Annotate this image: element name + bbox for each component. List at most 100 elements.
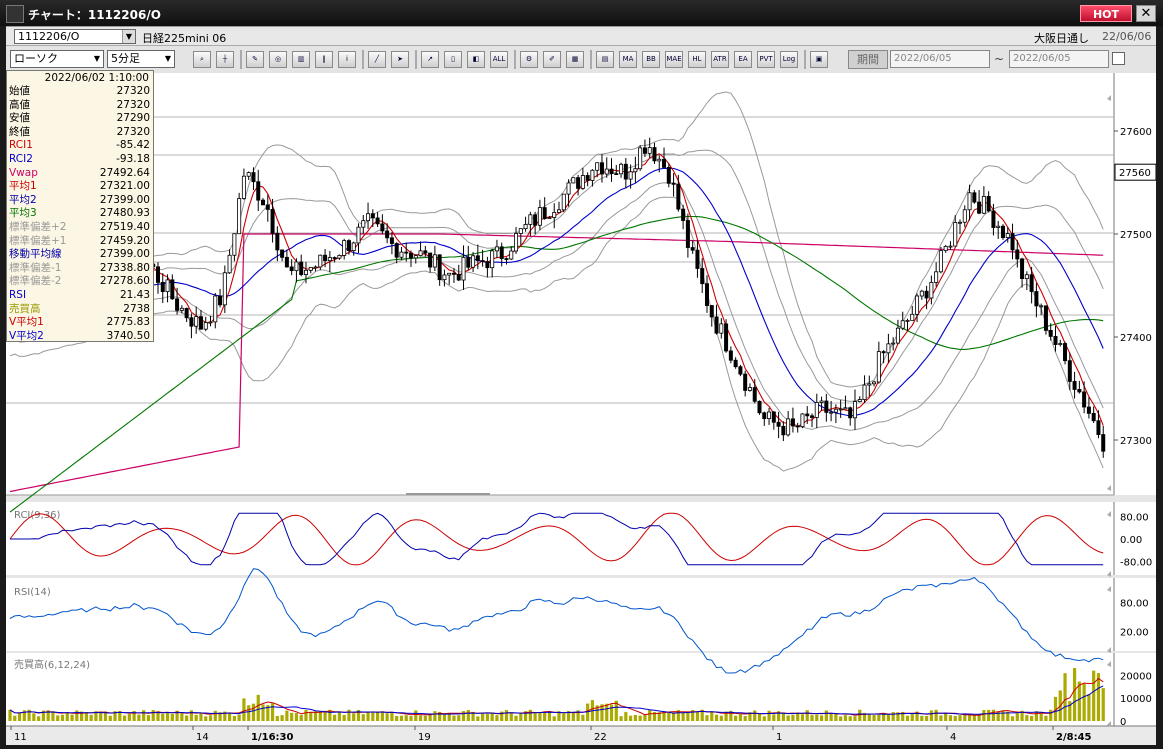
candle-body bbox=[213, 295, 218, 323]
volume-bar bbox=[605, 703, 609, 721]
date-range-separator: ~ bbox=[994, 52, 1005, 66]
info-value: -93.18 bbox=[116, 153, 150, 165]
info-label: RSI bbox=[9, 289, 27, 301]
search-chart-icon[interactable]: ◎ bbox=[269, 51, 287, 68]
period-button[interactable]: 期間 bbox=[848, 50, 888, 69]
volume-bar bbox=[414, 710, 418, 721]
rci-tick-label: 80.00 bbox=[1120, 513, 1149, 524]
bb-icon[interactable]: BB bbox=[642, 51, 660, 68]
volume-bar bbox=[738, 714, 743, 721]
symbol-code: 1112206/O bbox=[18, 30, 80, 43]
log-icon[interactable]: Log bbox=[780, 51, 798, 68]
candle-body bbox=[848, 407, 853, 419]
candle-body bbox=[962, 209, 967, 223]
candle-body bbox=[542, 207, 547, 219]
volume-bar bbox=[1030, 715, 1034, 721]
candle-body bbox=[170, 279, 175, 300]
candle-body bbox=[504, 258, 509, 260]
mae-icon[interactable]: MAE bbox=[665, 51, 683, 68]
candle-body bbox=[375, 217, 380, 225]
volume-bar bbox=[681, 712, 685, 721]
candle-body bbox=[838, 408, 843, 411]
interval-select[interactable]: 5分足 ▼ bbox=[107, 50, 175, 68]
trendline-icon[interactable]: ╱ bbox=[368, 51, 386, 68]
pvt-icon[interactable]: PVT bbox=[757, 51, 775, 68]
candle-body bbox=[480, 260, 485, 262]
volume-bar bbox=[1082, 683, 1086, 721]
candle-body bbox=[442, 274, 447, 281]
toolbar-separator bbox=[514, 50, 516, 69]
info-row: 平均1 27321.00 bbox=[9, 180, 150, 192]
date-to-field[interactable]: 2022/06/05 bbox=[1009, 50, 1109, 68]
zoom-icon[interactable]: ⌕ bbox=[193, 51, 211, 68]
info-row: RCI2 -93.18 bbox=[9, 153, 150, 165]
volume-bar bbox=[127, 713, 131, 721]
all-icon[interactable]: ALL bbox=[490, 51, 508, 68]
candle-body bbox=[977, 201, 982, 214]
candle-body bbox=[958, 221, 963, 224]
candle-body bbox=[389, 237, 394, 244]
symbol-code-select[interactable]: 1112206/O ▼ bbox=[14, 29, 136, 44]
chart-type-select[interactable]: ローソク ▼ bbox=[10, 50, 104, 68]
volume-bar bbox=[929, 710, 933, 721]
candle-body bbox=[366, 213, 371, 222]
hot-button[interactable]: HOT bbox=[1080, 5, 1132, 22]
date-from-field[interactable]: 2022/06/05 bbox=[890, 50, 990, 68]
chart-canvas[interactable]: 27600 27500 27400 27300 27560 80.00 0.00 -80.00… bbox=[6, 73, 1157, 745]
volume-bar bbox=[638, 715, 642, 721]
volume-bar bbox=[347, 709, 351, 721]
volume-bar bbox=[819, 715, 824, 721]
gear-icon[interactable]: ⚙ bbox=[520, 51, 538, 68]
volume-bar bbox=[571, 712, 575, 721]
candle-body bbox=[1091, 412, 1096, 422]
chevron-down-icon[interactable]: ▼ bbox=[122, 30, 135, 43]
volume-bar bbox=[877, 714, 881, 721]
candle-body bbox=[709, 305, 714, 318]
info-label: 標準偏差-2 bbox=[9, 275, 62, 288]
cursor-icon[interactable]: ➤ bbox=[391, 51, 409, 68]
info-icon[interactable]: i bbox=[338, 51, 356, 68]
chevron-down-icon[interactable]: ▼ bbox=[162, 51, 174, 67]
candle-body bbox=[552, 212, 557, 218]
atr-icon[interactable]: ATR bbox=[711, 51, 729, 68]
screen-icon[interactable]: ▣ bbox=[810, 51, 828, 68]
candle-body bbox=[275, 232, 280, 251]
hl-icon[interactable]: HL bbox=[688, 51, 706, 68]
crosshair-icon[interactable]: ┼ bbox=[216, 51, 234, 68]
volume-bar bbox=[490, 712, 494, 721]
close-button[interactable]: ✕ bbox=[1136, 5, 1156, 22]
pen-icon[interactable]: ✐ bbox=[543, 51, 561, 68]
drawing-icon[interactable]: ✎ bbox=[246, 51, 264, 68]
candle-body bbox=[781, 425, 786, 436]
ma-icon[interactable]: MA bbox=[619, 51, 637, 68]
candle-body bbox=[886, 343, 891, 354]
date-range-checkbox[interactable] bbox=[1112, 52, 1125, 65]
palette-icon[interactable]: ▦ bbox=[566, 51, 584, 68]
candle-body bbox=[948, 245, 953, 248]
volume-bar bbox=[934, 709, 938, 721]
pointer-icon[interactable]: ↗ bbox=[421, 51, 439, 68]
candle-body bbox=[471, 255, 476, 268]
chart-area[interactable]: 27600 27500 27400 27300 27560 80.00 0.00 -80.00… bbox=[6, 73, 1157, 745]
candle-body bbox=[934, 271, 939, 283]
volume-bar bbox=[671, 712, 676, 721]
candle-body bbox=[771, 411, 776, 423]
volume-icon[interactable]: ▤ bbox=[596, 51, 614, 68]
bars-icon[interactable]: ‖ bbox=[315, 51, 333, 68]
chevron-down-icon[interactable]: ▼ bbox=[91, 51, 103, 67]
toolbar-separator bbox=[590, 50, 592, 69]
info-label: Vwap bbox=[9, 166, 38, 179]
compare-icon[interactable]: ▥ bbox=[292, 51, 310, 68]
info-label: 標準偏差+1 bbox=[9, 234, 67, 247]
candle-icon[interactable]: ▯ bbox=[444, 51, 462, 68]
ea-icon[interactable]: EA bbox=[734, 51, 752, 68]
volume-bar bbox=[65, 712, 69, 721]
volume-bar bbox=[237, 714, 241, 721]
split-icon[interactable]: ◧ bbox=[467, 51, 485, 68]
volume-bar bbox=[891, 712, 895, 721]
candle-body bbox=[929, 282, 934, 299]
candle-body bbox=[432, 254, 437, 268]
candle-body bbox=[356, 226, 361, 244]
info-value: 3740.50 bbox=[106, 329, 150, 342]
info-label: V平均2 bbox=[9, 329, 44, 342]
